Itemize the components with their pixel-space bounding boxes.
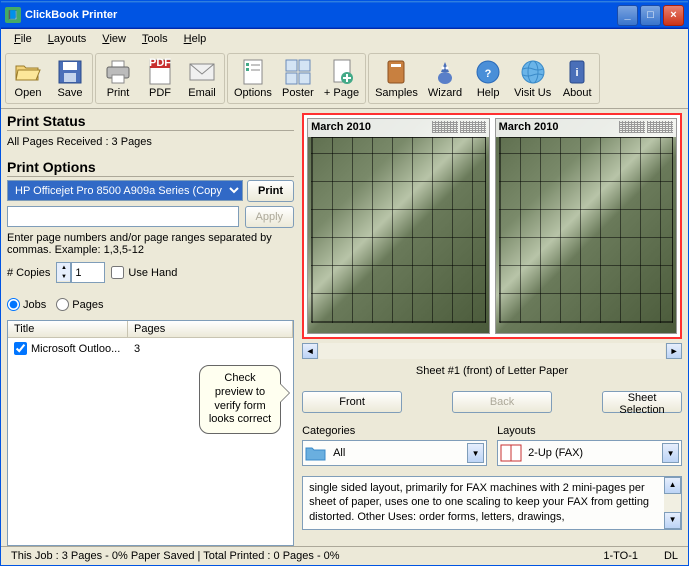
status-scale: 1-TO-1 [599, 550, 642, 562]
print-button[interactable]: Print [247, 180, 294, 202]
folder-open-icon [14, 58, 42, 86]
toolbar-save[interactable]: Save [50, 56, 90, 101]
about-icon: i [563, 58, 591, 86]
status-left: This Job : 3 Pages - 0% Paper Saved | To… [7, 550, 344, 562]
layouts-select[interactable]: 2-Up (FAX) ▼ [497, 440, 682, 466]
toolbar-pdf[interactable]: PDFPDF [140, 56, 180, 101]
chevron-down-icon: ▼ [662, 443, 679, 463]
list-item[interactable]: Microsoft Outloo... 3 [8, 338, 293, 359]
statusbar: This Job : 3 Pages - 0% Paper Saved | To… [1, 546, 688, 565]
toolbar-samples[interactable]: Samples [371, 56, 422, 101]
preview-caption: Sheet #1 (front) of Letter Paper [302, 363, 682, 383]
options-icon [239, 58, 267, 86]
printer-select[interactable]: HP Officejet Pro 8500 A909a Series (Copy [7, 180, 243, 201]
preview-page-right: March 2010 [495, 118, 678, 334]
app-icon: 📘 [5, 7, 21, 23]
preview-scroll-left[interactable]: ◄ [302, 343, 318, 359]
desc-scroll-down[interactable]: ▼ [664, 512, 681, 529]
toolbar-about[interactable]: iAbout [557, 56, 597, 101]
menubar: File Layouts View Tools Help [1, 29, 688, 49]
toolbar-visit[interactable]: Visit Us [510, 56, 555, 101]
toolbar-addpage[interactable]: + Page [320, 56, 363, 101]
print-options-heading: Print Options [7, 159, 294, 177]
callout-tooltip: Check preview to verify form looks corre… [199, 365, 281, 434]
close-button[interactable]: × [663, 5, 684, 26]
copies-label: # Copies [7, 267, 50, 279]
folder-icon [305, 444, 327, 462]
help-icon: ? [474, 58, 502, 86]
preview-area: March 2010 March 2010 [302, 113, 682, 339]
toolbar-email[interactable]: Email [182, 56, 222, 101]
back-button: Back [452, 391, 552, 413]
svg-text:PDF: PDF [149, 58, 171, 69]
categories-label: Categories [302, 425, 487, 437]
preview-scrollbar[interactable] [319, 343, 665, 359]
chevron-down-icon: ▼ [467, 443, 484, 463]
job-checkbox[interactable] [14, 342, 27, 355]
titlebar: 📘 ClickBook Printer _ □ × [1, 1, 688, 29]
preview-page-left: March 2010 [307, 118, 490, 334]
samples-icon [382, 58, 410, 86]
menu-layouts[interactable]: Layouts [41, 31, 94, 47]
use-hand-checkbox[interactable] [111, 266, 124, 279]
toolbar-open[interactable]: Open [8, 56, 48, 101]
addpage-icon [328, 58, 356, 86]
poster-icon [284, 58, 312, 86]
layout-description: single sided layout, primarily for FAX m… [302, 476, 682, 530]
desc-scroll-up[interactable]: ▲ [664, 477, 681, 494]
page-range-input[interactable] [7, 206, 239, 227]
toolbar-wizard[interactable]: Wizard [424, 56, 466, 101]
maximize-button[interactable]: □ [640, 5, 661, 26]
save-icon [56, 58, 84, 86]
list-header-title[interactable]: Title [8, 321, 128, 337]
globe-icon [519, 58, 547, 86]
sheet-selection-button[interactable]: Sheet Selection [602, 391, 682, 413]
toolbar: Open Save Print PDFPDF Email Options Pos… [1, 49, 688, 109]
apply-button: Apply [245, 206, 295, 228]
toolbar-poster[interactable]: Poster [278, 56, 318, 101]
wizard-icon [431, 58, 459, 86]
svg-text:i: i [576, 67, 579, 79]
use-hand-label: Use Hand [128, 267, 177, 279]
radio-pages[interactable] [56, 298, 69, 311]
menu-tools[interactable]: Tools [135, 31, 175, 47]
status-dl: DL [642, 550, 682, 562]
front-button[interactable]: Front [302, 391, 402, 413]
print-status-text: All Pages Received : 3 Pages [7, 134, 294, 154]
print-icon [104, 58, 132, 86]
copies-input[interactable] [71, 262, 105, 283]
copies-up[interactable]: ▲ [57, 263, 70, 272]
pdf-icon: PDF [146, 58, 174, 86]
categories-select[interactable]: All ▼ [302, 440, 487, 466]
menu-view[interactable]: View [95, 31, 133, 47]
toolbar-help[interactable]: ?Help [468, 56, 508, 101]
preview-scroll-right[interactable]: ► [666, 343, 682, 359]
layout-icon [500, 444, 522, 462]
print-status-heading: Print Status [7, 113, 294, 131]
svg-text:?: ? [485, 68, 492, 80]
window-title: ClickBook Printer [25, 9, 617, 21]
layouts-label: Layouts [497, 425, 682, 437]
email-icon [188, 58, 216, 86]
menu-file[interactable]: File [7, 31, 39, 47]
toolbar-options[interactable]: Options [230, 56, 276, 101]
page-range-hint: Enter page numbers and/or page ranges se… [7, 232, 294, 256]
radio-jobs[interactable] [7, 298, 20, 311]
list-header-pages[interactable]: Pages [128, 321, 293, 337]
minimize-button[interactable]: _ [617, 5, 638, 26]
toolbar-print[interactable]: Print [98, 56, 138, 101]
menu-help[interactable]: Help [177, 31, 214, 47]
copies-down[interactable]: ▼ [57, 272, 70, 281]
